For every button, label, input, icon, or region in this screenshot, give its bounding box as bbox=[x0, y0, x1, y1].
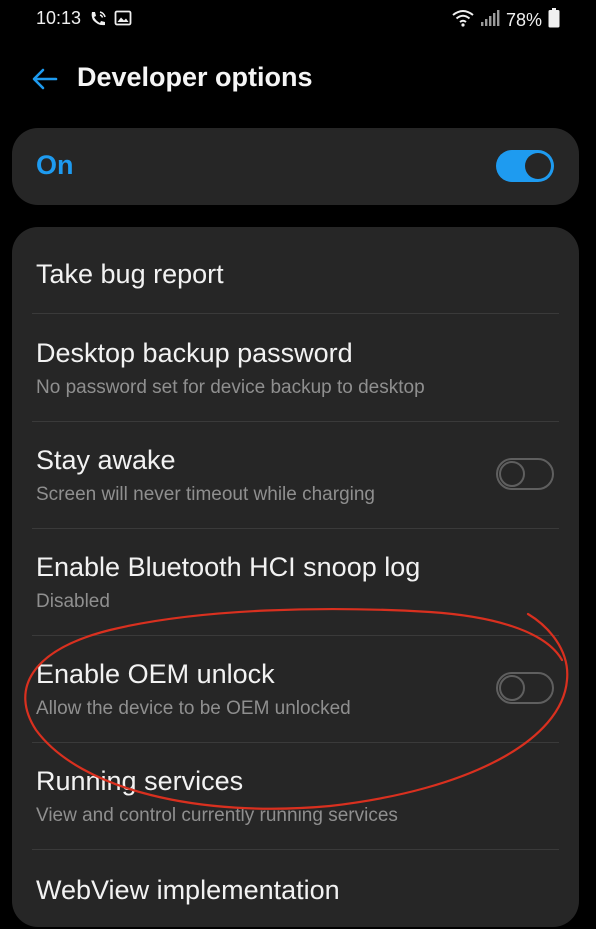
setting-title: Running services bbox=[36, 766, 244, 796]
page-title: Developer options bbox=[77, 62, 313, 92]
battery-icon bbox=[548, 8, 560, 33]
status-right: 78% bbox=[452, 8, 560, 33]
oem-unlock-toggle[interactable] bbox=[496, 672, 554, 704]
setting-subtitle: Disabled bbox=[36, 591, 110, 612]
wifi-icon bbox=[452, 9, 474, 32]
signal-icon bbox=[480, 9, 500, 32]
setting-title: Desktop backup password bbox=[36, 338, 353, 368]
image-icon bbox=[114, 9, 132, 34]
setting-subtitle: Allow the device to be OEM unlocked bbox=[36, 698, 351, 719]
setting-subtitle: View and control currently running servi… bbox=[36, 805, 398, 826]
setting-take-bug-report[interactable]: Take bug report bbox=[12, 227, 579, 314]
setting-subtitle: No password set for device backup to des… bbox=[36, 377, 425, 398]
setting-subtitle: Screen will never timeout while charging bbox=[36, 484, 375, 505]
setting-running-services[interactable]: Running services View and control curren… bbox=[12, 742, 579, 849]
wifi-call-icon bbox=[88, 9, 108, 34]
setting-title: Stay awake bbox=[36, 445, 176, 475]
status-time: 10:13 bbox=[36, 8, 82, 28]
status-left-icons bbox=[88, 9, 132, 34]
master-switch-card[interactable]: On bbox=[12, 128, 579, 205]
battery-percent: 78% bbox=[505, 10, 542, 30]
toggle-knob bbox=[499, 675, 525, 701]
setting-stay-awake[interactable]: Stay awake Screen will never timeout whi… bbox=[12, 421, 579, 528]
toggle-knob bbox=[525, 153, 551, 179]
master-switch-label: On bbox=[36, 150, 74, 180]
setting-enable-oem-unlock[interactable]: Enable OEM unlock Allow the device to be… bbox=[12, 635, 579, 742]
stay-awake-toggle[interactable] bbox=[496, 458, 554, 490]
setting-title: WebView implementation bbox=[36, 875, 340, 905]
setting-title: Enable OEM unlock bbox=[36, 659, 275, 689]
setting-desktop-backup-password[interactable]: Desktop backup password No password set … bbox=[12, 314, 579, 421]
settings-list: Take bug report Desktop backup password … bbox=[12, 227, 579, 927]
master-toggle[interactable] bbox=[496, 150, 554, 182]
setting-webview-implementation[interactable]: WebView implementation bbox=[12, 849, 579, 929]
setting-title: Enable Bluetooth HCI snoop log bbox=[36, 552, 421, 582]
setting-title: Take bug report bbox=[36, 259, 224, 289]
back-arrow-icon[interactable] bbox=[30, 64, 60, 94]
setting-bluetooth-hci-snoop-log[interactable]: Enable Bluetooth HCI snoop log Disabled bbox=[12, 528, 579, 635]
status-bar: 10:13 78% bbox=[0, 0, 596, 40]
app-header: Developer options bbox=[0, 52, 596, 106]
toggle-knob bbox=[499, 461, 525, 487]
